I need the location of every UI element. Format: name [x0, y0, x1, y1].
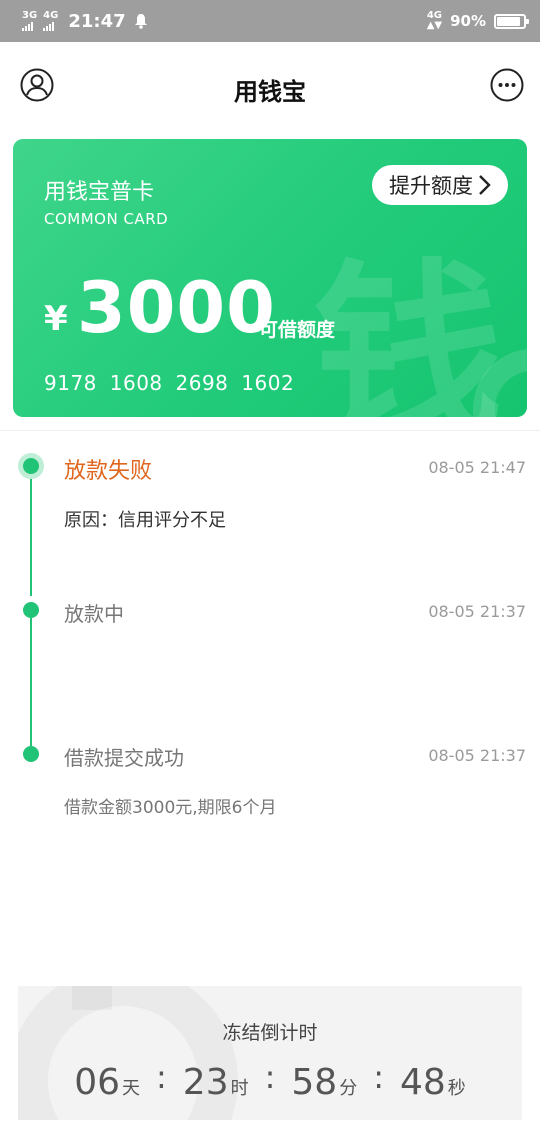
- currency-symbol: ¥: [44, 299, 68, 339]
- sim1-network-label: 3G: [22, 10, 38, 21]
- timeline-item-time: 08-05 21:37: [428, 602, 526, 621]
- timeline-item-time: 08-05 21:37: [428, 746, 526, 765]
- timeline-item-desc: 原因：信用评分不足: [64, 510, 226, 531]
- countdown-minutes: 58: [291, 1062, 338, 1103]
- battery-fill: [497, 16, 521, 26]
- countdown-hours: 23: [182, 1062, 229, 1103]
- countdown-watermark-top: [72, 986, 112, 1010]
- status-bar: 3G 4G 21:47 4G ▲▼ 90%: [0, 0, 540, 42]
- app-header: 用钱宝: [0, 42, 540, 130]
- timeline-dot: [23, 746, 39, 762]
- card-subtitle: COMMON CARD: [44, 210, 169, 228]
- sim2-network-label: 4G: [43, 10, 59, 21]
- timeline-item-desc: 借款金额3000元,期限6个月: [64, 798, 277, 818]
- card-name: 用钱宝普卡: [44, 180, 155, 205]
- timeline-item-title: 借款提交成功: [64, 746, 184, 770]
- raise-limit-label: 提升额度: [389, 174, 473, 198]
- network-type: 4G: [426, 10, 442, 21]
- credit-amount-label: 可借额度: [259, 319, 336, 341]
- countdown-days: 06: [74, 1062, 121, 1103]
- credit-amount: 3000: [77, 267, 276, 349]
- countdown-separator: :: [156, 1058, 167, 1096]
- card-number: 9178 1608 2698 1602: [44, 371, 295, 395]
- more-options-icon[interactable]: [490, 68, 524, 102]
- status-time: 21:47: [68, 10, 126, 32]
- timeline-connector: [30, 618, 32, 746]
- signal-sim1-icon: 3G: [22, 11, 37, 31]
- notification-icon: [134, 14, 147, 29]
- freeze-countdown: 冻结倒计时 06 天 : 23 时 : 58 分 : 48 秒: [18, 986, 522, 1120]
- timeline-item-title: 放款中: [64, 602, 124, 626]
- timeline-item-time: 08-05 21:47: [428, 458, 526, 477]
- countdown-hours-unit: 时: [230, 1078, 249, 1099]
- timeline-connector: [30, 474, 32, 596]
- countdown-timer: 06 天 : 23 时 : 58 分 : 48 秒: [18, 1058, 522, 1103]
- timeline-item-title: 放款失败: [64, 459, 153, 484]
- countdown-seconds: 48: [399, 1062, 446, 1103]
- mobile-data-icon: 4G ▲▼: [426, 10, 443, 31]
- timeline-dot-active: [23, 458, 39, 474]
- countdown-separator: :: [373, 1058, 384, 1096]
- countdown-days-unit: 天: [122, 1078, 141, 1099]
- signal-sim2-icon: 4G: [43, 11, 58, 31]
- countdown-seconds-unit: 秒: [447, 1078, 466, 1099]
- countdown-minutes-unit: 分: [339, 1078, 358, 1099]
- countdown-label: 冻结倒计时: [222, 1022, 318, 1044]
- chevron-right-icon: [479, 175, 491, 195]
- countdown-separator: :: [264, 1058, 276, 1096]
- timeline-dot: [23, 602, 39, 618]
- battery-icon: [494, 13, 529, 29]
- credit-card: 钱 用钱宝普卡 COMMON CARD 提升额度 ¥ 3000 可借额度 917…: [13, 139, 527, 417]
- divider: [0, 430, 540, 431]
- raise-limit-button[interactable]: 提升额度: [372, 165, 508, 205]
- battery-percent: 90%: [450, 12, 486, 30]
- page-title: 用钱宝: [234, 78, 306, 106]
